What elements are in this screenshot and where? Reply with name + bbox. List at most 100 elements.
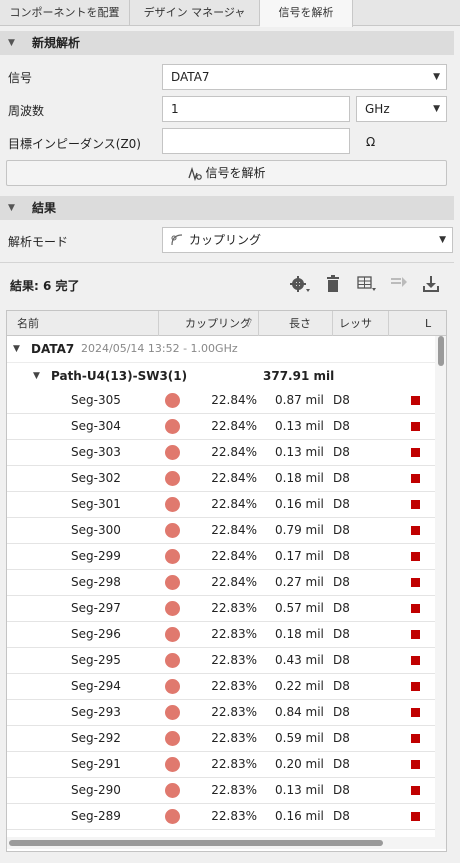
tab-bar: コンポーネントを配置 デザイン マネージャ 信号を解析 <box>0 0 460 27</box>
coupling-status-icon <box>165 627 180 642</box>
segment-layer: D8 <box>333 549 350 563</box>
frequency-input[interactable]: 1 <box>162 96 350 122</box>
table-row[interactable]: Seg-296 22.83% 0.18 mil D8 <box>7 622 435 648</box>
coupling-value: 22.83% <box>211 705 257 719</box>
table-row[interactable]: Seg-294 22.83% 0.22 mil D8 <box>7 674 435 700</box>
coupling-status-icon <box>165 809 180 824</box>
delete-button[interactable] <box>323 274 345 294</box>
segment-length: 0.16 mil <box>275 809 324 823</box>
analysis-mode-select[interactable]: カップリング ▼ <box>162 227 453 253</box>
impedance-input[interactable] <box>162 128 350 154</box>
table-header: 名前 カップリング ▽ 長さ レッサ L <box>7 311 446 336</box>
sort-filter-icon[interactable]: ▽ <box>244 311 252 336</box>
table-row[interactable]: Seg-297 22.83% 0.57 mil D8 <box>7 596 435 622</box>
segment-name: Seg-297 <box>71 601 121 615</box>
column-header-extra[interactable]: L <box>389 311 446 336</box>
coupling-status-icon <box>165 575 180 590</box>
segment-layer: D8 <box>333 471 350 485</box>
column-header-layer[interactable]: レッサ <box>333 311 389 336</box>
tab-place-components[interactable]: コンポーネントを配置 <box>0 0 130 26</box>
horizontal-scroll-thumb[interactable] <box>9 840 383 846</box>
segment-length: 0.59 mil <box>275 731 324 745</box>
segment-length: 0.57 mil <box>275 601 324 615</box>
segment-layer: D8 <box>333 497 350 511</box>
analyze-signal-button[interactable]: 信号を解析 <box>6 160 447 186</box>
segment-layer: D8 <box>333 445 350 459</box>
horizontal-scrollbar[interactable] <box>7 837 446 849</box>
expand-icon[interactable]: ▼ <box>13 336 20 362</box>
tab-analyze-signal[interactable]: 信号を解析 <box>260 0 353 27</box>
signal-group-row[interactable]: ▼ DATA7 2024/05/14 13:52 - 1.00GHz <box>7 336 435 362</box>
coupling-value: 22.84% <box>211 419 257 433</box>
table-row[interactable]: Seg-295 22.83% 0.43 mil D8 <box>7 648 435 674</box>
layer-color-swatch <box>411 734 420 743</box>
frequency-unit-select[interactable]: GHz ▼ <box>356 96 447 122</box>
path-row[interactable]: ▼ Path-U4(13)-SW3(1) 377.91 mil <box>7 362 435 388</box>
table-row[interactable]: Seg-293 22.83% 0.84 mil D8 <box>7 700 435 726</box>
dropdown-arrow-icon: ▼ <box>433 104 440 114</box>
vertical-scrollbar[interactable] <box>435 336 446 841</box>
impedance-label: 目標インピーダンス(Z0) <box>8 137 141 151</box>
signal-select[interactable]: DATA7 ▼ <box>162 64 447 90</box>
segment-name: Seg-289 <box>71 809 121 823</box>
table-row[interactable]: Seg-290 22.83% 0.13 mil D8 <box>7 778 435 804</box>
export-icon <box>391 277 407 287</box>
path-length: 377.91 mil <box>263 369 335 383</box>
table-row[interactable]: Seg-292 22.83% 0.59 mil D8 <box>7 726 435 752</box>
coupling-status-icon <box>165 419 180 434</box>
frequency-input-value: 1 <box>171 102 179 116</box>
segment-length: 0.79 mil <box>275 523 324 537</box>
segment-name: Seg-296 <box>71 627 121 641</box>
coupling-status-icon <box>165 393 180 408</box>
impedance-unit: Ω <box>366 135 376 149</box>
segment-name: Seg-304 <box>71 419 121 433</box>
segment-length: 0.20 mil <box>275 757 324 771</box>
export-button[interactable] <box>389 274 411 294</box>
column-header-coupling[interactable]: カップリング ▽ <box>159 311 259 336</box>
group-name: DATA7 <box>31 342 75 356</box>
layer-color-swatch <box>411 682 420 691</box>
coupling-value: 22.83% <box>211 653 257 667</box>
table-row[interactable]: Seg-301 22.84% 0.16 mil D8 <box>7 492 435 518</box>
collapse-icon: ▼ <box>8 38 15 48</box>
new-analysis-title: 新規解析 <box>32 36 81 50</box>
results-summary: 結果: 6 完了 <box>10 277 80 294</box>
table-row[interactable]: Seg-289 22.83% 0.16 mil D8 <box>7 804 435 830</box>
table-row[interactable]: Seg-305 22.84% 0.87 mil D8 <box>7 388 435 414</box>
segment-layer: D8 <box>333 809 350 823</box>
results-title: 結果 <box>32 201 57 215</box>
layer-color-swatch <box>411 656 420 665</box>
column-header-coupling-label: カップリング <box>185 317 251 330</box>
table-row[interactable]: Seg-298 22.84% 0.27 mil D8 <box>7 570 435 596</box>
frequency-unit-value: GHz <box>365 102 390 116</box>
layer-color-swatch <box>411 500 420 509</box>
settings-button[interactable] <box>289 274 311 294</box>
table-row[interactable]: Seg-303 22.84% 0.13 mil D8 <box>7 440 435 466</box>
coupling-status-icon <box>165 601 180 616</box>
table-row[interactable]: Seg-302 22.84% 0.18 mil D8 <box>7 466 435 492</box>
coupling-value: 22.83% <box>211 679 257 693</box>
columns-button[interactable] <box>356 274 378 294</box>
coupling-status-icon <box>165 757 180 772</box>
segment-layer: D8 <box>333 627 350 641</box>
segment-length: 0.17 mil <box>275 549 324 563</box>
table-row[interactable]: Seg-299 22.84% 0.17 mil D8 <box>7 544 435 570</box>
expand-icon[interactable]: ▼ <box>33 363 40 389</box>
collapse-icon: ▼ <box>8 203 15 213</box>
new-analysis-header[interactable]: ▼ 新規解析 <box>0 31 454 55</box>
table-row[interactable]: Seg-291 22.83% 0.20 mil D8 <box>7 752 435 778</box>
column-header-length[interactable]: 長さ <box>259 311 333 336</box>
vertical-scroll-thumb[interactable] <box>438 336 444 366</box>
coupling-value: 22.83% <box>211 783 257 797</box>
coupling-status-icon <box>165 445 180 460</box>
table-row[interactable]: Seg-304 22.84% 0.13 mil D8 <box>7 414 435 440</box>
download-button[interactable] <box>421 274 443 294</box>
segment-name: Seg-298 <box>71 575 121 589</box>
results-header[interactable]: ▼ 結果 <box>0 196 454 220</box>
segment-name: Seg-302 <box>71 471 121 485</box>
column-header-name[interactable]: 名前 <box>7 311 159 336</box>
coupling-value: 22.83% <box>211 757 257 771</box>
tab-design-manager[interactable]: デザイン マネージャ <box>130 0 260 26</box>
segment-layer: D8 <box>333 601 350 615</box>
table-row[interactable]: Seg-300 22.84% 0.79 mil D8 <box>7 518 435 544</box>
